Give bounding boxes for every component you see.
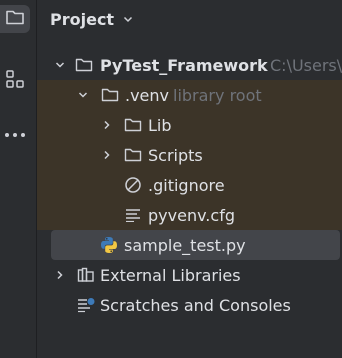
more-tools-button[interactable]	[0, 118, 30, 146]
chevron-right-icon[interactable]	[54, 269, 66, 281]
chevron-down-icon[interactable]	[54, 59, 66, 71]
chevron-down-icon[interactable]	[77, 89, 89, 101]
folder-icon	[5, 8, 25, 30]
structure-icon	[5, 69, 25, 93]
folder-icon	[75, 56, 93, 74]
tree-item-label: .venv	[125, 85, 170, 105]
tree-item-lib[interactable]: Lib	[37, 110, 342, 140]
chevron-right-icon[interactable]	[101, 149, 113, 161]
chevron-down-icon	[122, 10, 134, 29]
tree-item-sample-test[interactable]: sample_test.py	[51, 230, 340, 260]
structure-tool-button[interactable]	[0, 67, 30, 95]
panel-title: Project	[50, 9, 115, 29]
folder-icon	[124, 146, 142, 164]
project-view-selector[interactable]: Project	[50, 8, 134, 30]
tree-item-pyvenv[interactable]: pyvenv.cfg	[37, 200, 342, 230]
project-tool-button[interactable]	[0, 5, 30, 33]
tree-item-external-libraries[interactable]: External Libraries	[37, 260, 342, 290]
project-panel: Project PyTest_Framework C:\Users\ .venv…	[37, 0, 342, 358]
tree-item-label: Scratches and Consoles	[100, 295, 291, 315]
tree-item-path: C:\Users\	[270, 55, 342, 75]
ignored-file-icon	[124, 176, 142, 194]
text-file-icon	[124, 206, 142, 224]
chevron-right-icon[interactable]	[101, 119, 113, 131]
folder-icon	[124, 116, 142, 134]
tree-item-root[interactable]: PyTest_Framework C:\Users\	[37, 50, 342, 80]
tree-item-label: pyvenv.cfg	[148, 205, 235, 225]
tree-item-scripts[interactable]: Scripts	[37, 140, 342, 170]
tree-item-label: Scripts	[148, 145, 203, 165]
tree-item-label: External Libraries	[100, 265, 241, 285]
tree-item-label: PyTest_Framework	[100, 55, 268, 75]
tree-item-label: .gitignore	[148, 175, 225, 195]
tree-item-label: Lib	[148, 115, 172, 135]
more-icon	[4, 123, 26, 142]
python-icon	[100, 236, 118, 254]
tree-item-hint: library root	[173, 85, 262, 105]
tool-window-strip	[0, 0, 37, 358]
folder-icon	[101, 86, 119, 104]
tree-item-gitignore[interactable]: .gitignore	[37, 170, 342, 200]
tree-item-scratches[interactable]: Scratches and Consoles	[37, 290, 342, 320]
library-icon	[77, 266, 95, 284]
scratch-icon	[77, 296, 95, 314]
tree-item-label: sample_test.py	[124, 235, 246, 255]
tree-item-venv[interactable]: .venv library root	[37, 80, 342, 110]
